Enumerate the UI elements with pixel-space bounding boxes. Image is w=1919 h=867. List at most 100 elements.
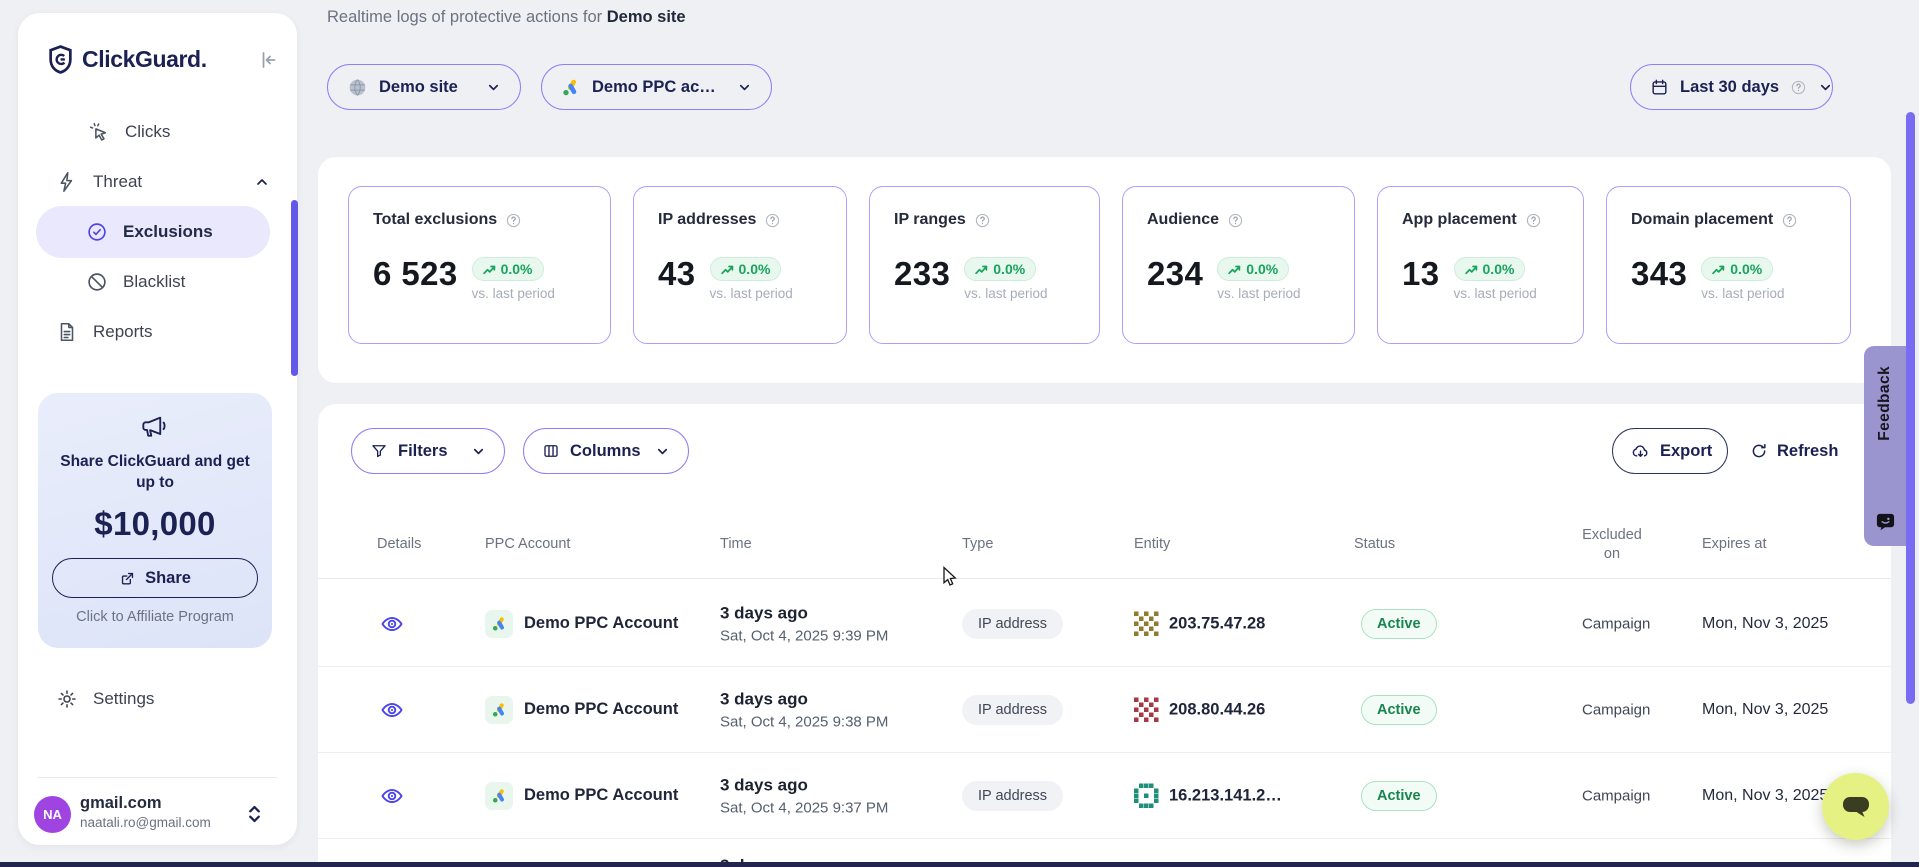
stat-delta: 0.0%: [501, 261, 533, 277]
time-absolute: Sat, Oct 4, 2025 9:39 PM: [720, 627, 888, 644]
trend-up-icon: [1465, 264, 1478, 275]
funnel-icon: [370, 442, 388, 460]
stat-card-ip-ranges: IP ranges 233 0.0% vs. last period: [869, 186, 1100, 344]
feedback-tab[interactable]: Feedback: [1864, 346, 1906, 546]
excluded-on-cell: Campaign: [1582, 701, 1650, 718]
help-icon[interactable]: [1525, 212, 1542, 229]
entity-value: 208.80.44.26: [1169, 700, 1265, 719]
time-absolute: Sat, Oct 4, 2025 9:38 PM: [720, 713, 888, 730]
subtitle-text: Realtime logs of protective actions for: [327, 8, 602, 26]
site-selector-value: Demo site: [379, 78, 458, 97]
col-header-entity: Entity: [1134, 536, 1170, 552]
status-badge: Active: [1361, 781, 1437, 811]
sidebar-item-reports[interactable]: Reports: [56, 310, 153, 354]
chat-bubble-icon: [1840, 792, 1872, 822]
ppc-account-name: Demo PPC Account: [524, 614, 678, 633]
help-icon[interactable]: [1227, 212, 1244, 229]
help-icon[interactable]: [764, 212, 781, 229]
help-icon[interactable]: [505, 212, 522, 229]
sidebar-item-label: Settings: [93, 689, 154, 709]
stat-delta-badge: 0.0%: [1454, 257, 1526, 281]
document-icon: [56, 321, 78, 343]
table-row[interactable]: Demo PPC Account 3 days ago Sat, Oct 4, …: [318, 581, 1891, 667]
sidebar-item-blacklist[interactable]: Blacklist: [86, 260, 185, 304]
details-eye-icon[interactable]: [380, 698, 404, 722]
stat-label: Audience: [1147, 211, 1219, 229]
table-row[interactable]: Demo PPC Account 3 days ago Sat, Oct 4, …: [318, 667, 1891, 753]
type-badge: IP address: [962, 781, 1063, 811]
chevron-down-icon: [471, 444, 486, 459]
stat-value: 343: [1631, 257, 1687, 290]
lightning-icon: [56, 171, 78, 193]
chevron-down-icon: [737, 80, 752, 95]
sidebar-scrollbar[interactable]: [291, 200, 298, 376]
help-icon[interactable]: [974, 212, 991, 229]
date-range-selector[interactable]: Last 30 days: [1630, 64, 1833, 110]
col-header-expires-at: Expires at: [1702, 536, 1766, 552]
window-edge: [0, 862, 1919, 867]
site-selector[interactable]: Demo site: [327, 64, 521, 110]
time-relative: 3 days ago: [720, 775, 888, 795]
chevron-down-icon: [486, 80, 501, 95]
stats-panel: Total exclusions 6 523 0.0% vs. last per…: [318, 157, 1891, 383]
details-eye-icon[interactable]: [380, 784, 404, 808]
table-row[interactable]: Demo PPC Account 3 days ago Sat, Oct 4, …: [318, 753, 1891, 839]
status-badge: Active: [1361, 695, 1437, 725]
stat-delta: 0.0%: [993, 261, 1025, 277]
mouse-cursor: [940, 566, 960, 589]
google-ads-icon: [485, 782, 513, 810]
share-button[interactable]: Share: [52, 558, 258, 598]
stat-label: Domain placement: [1631, 211, 1773, 229]
sidebar-item-label: Clicks: [125, 122, 170, 142]
trend-up-icon: [483, 264, 496, 275]
ppc-account-selector[interactable]: Demo PPC ac…: [541, 64, 772, 110]
ppc-account-cell: Demo PPC Account: [485, 610, 678, 638]
promo-amount: $10,000: [38, 505, 272, 543]
google-ads-icon: [485, 610, 513, 638]
refresh-button[interactable]: Refresh: [1750, 428, 1838, 474]
filters-button[interactable]: Filters: [351, 428, 505, 474]
sidebar-item-exclusions[interactable]: Exclusions: [36, 206, 270, 258]
sidebar-item-settings[interactable]: Settings: [56, 677, 154, 721]
globe-icon: [347, 77, 368, 98]
trend-up-icon: [975, 264, 988, 275]
columns-button[interactable]: Columns: [523, 428, 689, 474]
type-badge: IP address: [962, 609, 1063, 639]
details-eye-icon[interactable]: [380, 612, 404, 636]
stat-label: IP ranges: [894, 211, 966, 229]
sidebar-item-label: Blacklist: [123, 272, 185, 292]
sidebar: ClickGuard. Clicks Threat: [18, 13, 297, 845]
stat-value: 13: [1402, 257, 1440, 290]
export-button[interactable]: Export: [1612, 428, 1728, 474]
ppc-account-name: Demo PPC Account: [524, 786, 678, 805]
stat-compare: vs. last period: [1701, 286, 1784, 301]
affiliate-link[interactable]: Click to Affiliate Program: [38, 609, 272, 625]
sidebar-collapse-icon[interactable]: [257, 49, 279, 71]
expires-at-cell: Mon, Nov 3, 2025: [1702, 701, 1828, 719]
affiliate-promo-card[interactable]: Share ClickGuard and get up to $10,000 S…: [38, 393, 272, 648]
ppc-account-name: Demo PPC Account: [524, 700, 678, 719]
time-relative: 3 days ago: [720, 689, 888, 709]
col-header-type: Type: [962, 536, 993, 552]
google-ads-icon: [561, 77, 581, 97]
stat-delta: 0.0%: [739, 261, 771, 277]
export-button-label: Export: [1660, 442, 1712, 461]
page-subtitle: Realtime logs of protective actions for …: [327, 8, 686, 27]
sidebar-item-threat[interactable]: Threat: [56, 160, 270, 204]
sidebar-divider: [38, 777, 277, 778]
sidebar-item-label: Exclusions: [123, 222, 213, 242]
entity-cell: 208.80.44.26: [1134, 697, 1265, 722]
chat-launcher-button[interactable]: [1822, 773, 1889, 840]
entity-value: 16.213.141.2…: [1169, 786, 1282, 805]
brand-logo: ClickGuard.: [48, 45, 279, 74]
entity-cell: 16.213.141.2…: [1134, 783, 1282, 808]
col-header-status: Status: [1354, 536, 1395, 552]
entity-identicon: [1134, 697, 1159, 722]
status-badge: Active: [1361, 609, 1437, 639]
avatar: NA: [34, 796, 71, 833]
help-icon[interactable]: [1781, 212, 1798, 229]
sidebar-item-clicks[interactable]: Clicks: [88, 110, 170, 154]
ppc-account-cell: Demo PPC Account: [485, 782, 678, 810]
page-scrollbar[interactable]: [1906, 112, 1915, 704]
stat-compare: vs. last period: [472, 286, 555, 301]
